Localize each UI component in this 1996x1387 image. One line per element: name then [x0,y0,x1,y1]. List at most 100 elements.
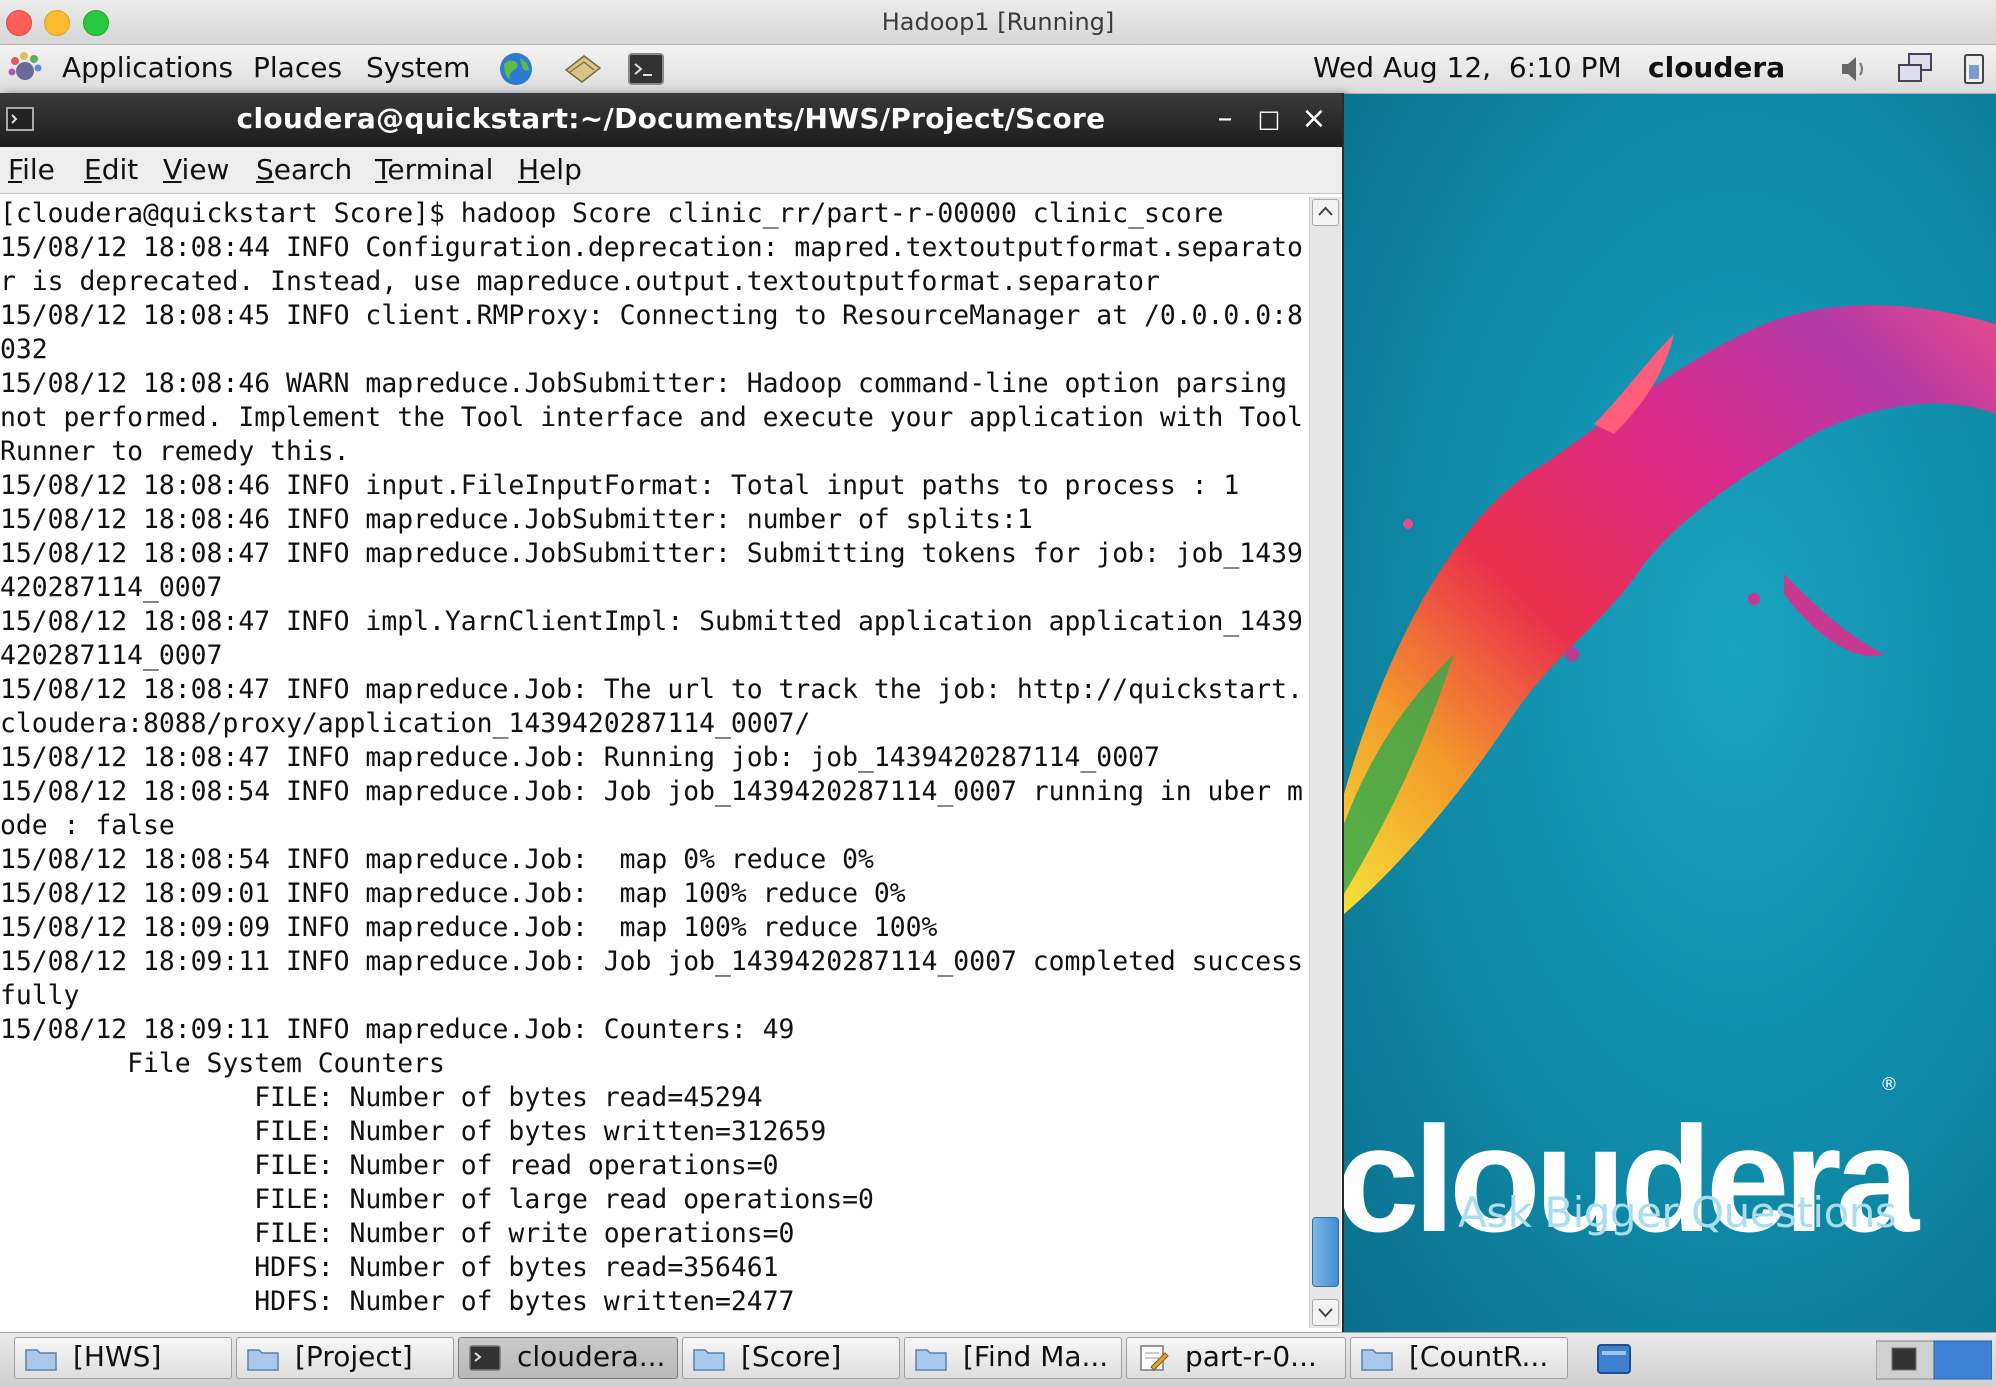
scroll-down-button[interactable] [1312,1299,1339,1326]
taskbar-item[interactable]: [CountR... [1350,1337,1568,1379]
terminal-line: 032 [0,334,48,365]
taskbar-label: part-r-0... [1185,1340,1317,1373]
taskbar-item[interactable]: part-r-0... [1126,1337,1346,1379]
terminal-line: HDFS: Number of bytes read=356461 [0,1252,779,1283]
close-icon: × [1301,101,1327,136]
mnemonic: S [256,153,274,186]
vertical-scrollbar[interactable] [1309,197,1341,1328]
terminal-line: Runner to remedy this. [0,436,350,467]
minimize-icon: – [1217,101,1233,136]
menu-terminal[interactable]: Terminal [375,153,493,186]
brand-tagline: Ask Bigger Questions [1458,1188,1897,1237]
terminal-titlebar[interactable]: cloudera@quickstart:~/Documents/HWS/Proj… [0,93,1342,147]
host-titlebar: Hadoop1 [Running] [0,0,1996,45]
taskbar-item-active[interactable]: cloudera... [458,1337,678,1379]
terminal-line: 15/08/12 18:08:54 INFO mapreduce.Job: Jo… [0,776,1303,807]
terminal-line: FILE: Number of large read operations=0 [0,1184,874,1215]
user-menu[interactable]: cloudera [1648,51,1785,84]
folder-icon [1361,1349,1393,1371]
terminal-line: cloudera:8088/proxy/application_14394202… [0,708,811,739]
menu-help[interactable]: Help [518,153,582,186]
menu-label-rest: dit [101,153,139,186]
terminal-line: FILE: Number of bytes read=45294 [0,1082,763,1113]
menu-edit[interactable]: Edit [84,153,138,186]
taskbar-item[interactable]: [Score] [682,1337,900,1379]
folder-icon [247,1349,279,1371]
terminal-line: 15/08/12 18:08:47 INFO impl.YarnClientIm… [0,606,1303,637]
folder-icon [693,1349,725,1371]
taskbar-label: [CountR... [1409,1340,1549,1373]
terminal-line: r is deprecated. Instead, use mapreduce.… [0,266,1160,297]
folder-icon [25,1349,57,1371]
terminal-line: FILE: Number of bytes written=312659 [0,1116,827,1147]
terminal-line: HDFS: Number of bytes written=2477 [0,1286,795,1317]
terminal-line: fully [0,980,80,1011]
terminal-window: cloudera@quickstart:~/Documents/HWS/Proj… [0,93,1344,1332]
terminal-line: 15/08/12 18:08:47 INFO mapreduce.Job: Ru… [0,742,1160,773]
terminal-text: [cloudera@quickstart Score]$ hadoop Scor… [0,197,1308,1319]
terminal-line: 15/08/12 18:09:09 INFO mapreduce.Job: ma… [0,912,938,943]
volume-icon[interactable] [1834,51,1874,87]
taskbar-label: [Project] [295,1340,413,1373]
terminal-line: 420287114_0007 [0,640,223,671]
taskbar-item[interactable]: [Project] [236,1337,454,1379]
mnemonic: V [163,153,182,186]
menu-label-rest: erminal [387,153,494,186]
web-browser-icon[interactable] [496,50,536,88]
menu-label-rest: earch [273,153,353,186]
power-icon[interactable] [1955,51,1995,87]
terminal-line: File System Counters [0,1048,445,1079]
terminal-line: FILE: Number of write operations=0 [0,1218,795,1249]
desktop[interactable]: cloudera ® Ask Bigger Questions [1344,94,1996,1332]
terminal-title: cloudera@quickstart:~/Documents/HWS/Proj… [236,102,1106,135]
terminal-menubar: File Edit View Search Terminal Help [0,147,1342,194]
terminal-icon[interactable] [626,50,666,88]
notes-icon[interactable] [562,50,602,88]
taskbar-item[interactable]: [Find Ma... [904,1337,1122,1379]
terminal-line: 15/08/12 18:08:45 INFO client.RMProxy: C… [0,300,1303,331]
system-menu[interactable]: System [366,51,470,84]
mnemonic: T [375,153,388,186]
taskbar: [HWS] [Project] cloudera... [Score] [Fin… [0,1332,1996,1387]
taskbar-label: [HWS] [73,1340,162,1373]
scroll-up-button[interactable] [1312,199,1339,226]
menu-label-rest: elp [539,153,582,186]
maximize-button[interactable]: □ [1249,99,1289,139]
taskbar-item[interactable]: [HWS] [14,1337,232,1379]
terminal-line: 15/08/12 18:08:46 WARN mapreduce.JobSubm… [0,368,1287,399]
terminal-icon [469,1345,501,1371]
terminal-line: [cloudera@quickstart Score]$ hadoop Scor… [0,198,1224,229]
terminal-line: 15/08/12 18:08:46 INFO input.FileInputFo… [0,470,1240,501]
menu-view[interactable]: View [163,153,229,186]
menu-search[interactable]: Search [256,153,352,186]
terminal-line: ode : false [0,810,175,841]
terminal-line: 420287114_0007 [0,572,223,603]
chevron-up-icon [1318,206,1333,216]
applications-menu[interactable]: Applications [62,51,233,84]
show-desktop-icon[interactable] [1594,1339,1634,1377]
terminal-line: 15/08/12 18:08:44 INFO Configuration.dep… [0,232,1303,263]
terminal-line: 15/08/12 18:08:47 INFO mapreduce.JobSubm… [0,538,1303,569]
terminal-line: 15/08/12 18:08:47 INFO mapreduce.Job: Th… [0,674,1303,705]
registered-mark: ® [1880,1074,1898,1095]
terminal-line: FILE: Number of read operations=0 [0,1150,779,1181]
mnemonic: F [8,153,23,186]
menu-label-rest: iew [181,153,230,186]
terminal-line: 15/08/12 18:09:11 INFO mapreduce.Job: Co… [0,1014,795,1045]
gnome-foot-icon[interactable] [6,50,44,88]
taskbar-label: [Score] [741,1340,842,1373]
workspace-switcher[interactable] [1876,1339,1992,1381]
clock[interactable]: Wed Aug 12, 6:10 PM [1313,51,1622,84]
network-icon[interactable] [1895,51,1935,87]
terminal-output[interactable]: [cloudera@quickstart Score]$ hadoop Scor… [0,197,1308,1328]
menu-file[interactable]: File [8,153,55,186]
minimize-button[interactable]: – [1205,99,1245,139]
terminal-line: 15/08/12 18:09:01 INFO mapreduce.Job: ma… [0,878,906,909]
host-window-title: Hadoop1 [Running] [881,8,1115,36]
scrollbar-thumb[interactable] [1312,1217,1339,1287]
close-button[interactable]: × [1294,99,1334,139]
terminal-line: 15/08/12 18:08:46 INFO mapreduce.JobSubm… [0,504,1033,535]
places-menu[interactable]: Places [253,51,342,84]
mnemonic: E [84,153,102,186]
top-panel: Applications Places System Wed Aug 12, 6… [0,45,1996,94]
